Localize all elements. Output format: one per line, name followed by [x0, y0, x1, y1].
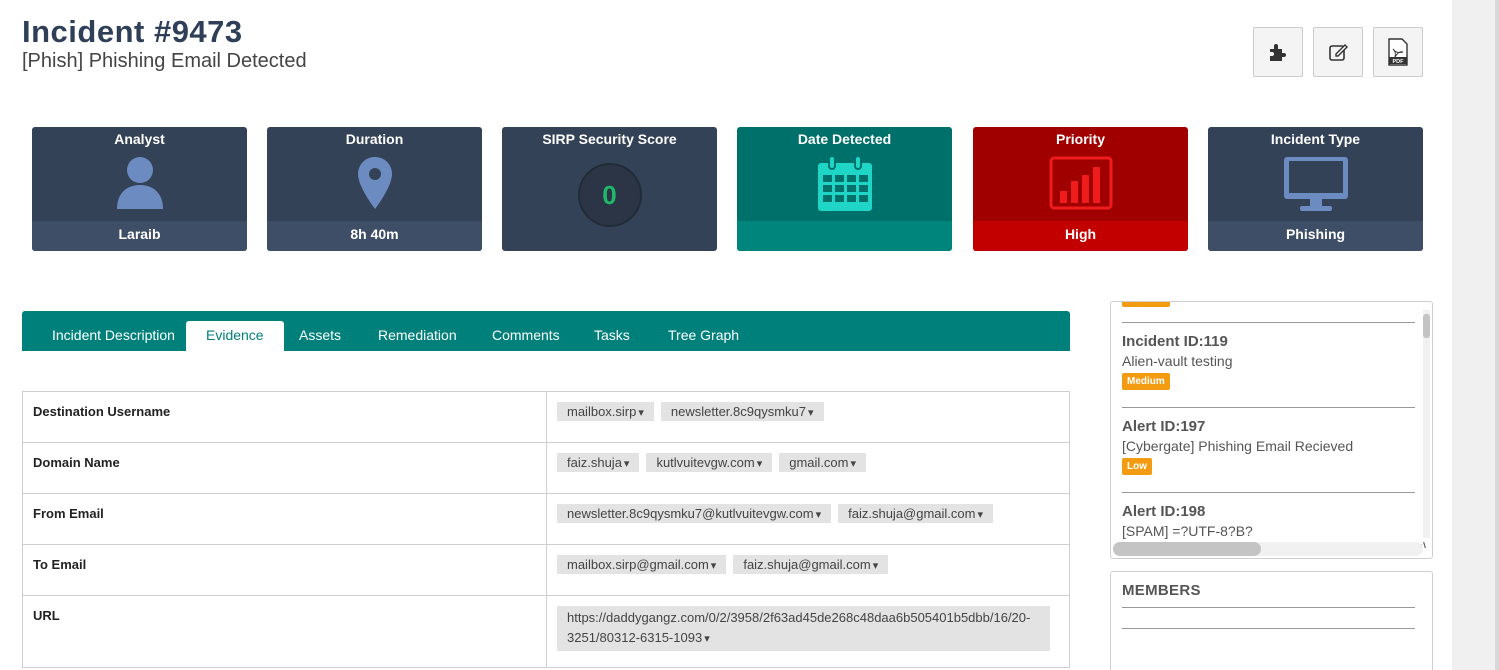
- calendar-icon: [737, 155, 952, 213]
- page-scroll-edge: [1495, 0, 1499, 670]
- tab-assets[interactable]: Assets: [299, 321, 341, 351]
- priority-card: Priority High: [973, 127, 1188, 251]
- value-chip[interactable]: kutlvuitevgw.com: [646, 453, 773, 472]
- related-item-id[interactable]: Alert ID:197: [1122, 418, 1205, 435]
- members-panel: MEMBERS: [1110, 571, 1433, 670]
- related-item-desc: Alien-vault testing: [1122, 353, 1233, 369]
- row-values: newsletter.8c9qysmku7@kutlvuitevgw.com fa…: [546, 493, 1070, 545]
- card-value: 8h 40m: [267, 221, 482, 251]
- incident-type-card: Incident Type Phishing: [1208, 127, 1423, 251]
- divider: [1122, 407, 1415, 408]
- tab-comments[interactable]: Comments: [492, 321, 560, 351]
- user-icon: [32, 155, 247, 209]
- members-title: MEMBERS: [1122, 582, 1201, 599]
- monitor-icon: [1208, 155, 1423, 213]
- divider: [1122, 492, 1415, 493]
- bar-chart-icon: [973, 155, 1188, 211]
- row-label: Domain Name: [22, 442, 547, 494]
- page-scroll-track[interactable]: [1452, 0, 1499, 670]
- row-values: faiz.shuja kutlvuitevgw.com gmail.com: [546, 442, 1070, 494]
- row-label: To Email: [22, 544, 547, 596]
- table-row: Destination Username mailbox.sirp newslet…: [22, 391, 1070, 443]
- tab-remediation[interactable]: Remediation: [378, 321, 457, 351]
- integrations-button[interactable]: [1253, 27, 1303, 77]
- pdf-icon: PDF: [1388, 38, 1408, 66]
- row-label: Destination Username: [22, 391, 547, 443]
- score-container: 0: [502, 155, 717, 227]
- row-values: mailbox.sirp newsletter.8c9qysmku7: [546, 391, 1070, 443]
- value-chip[interactable]: faiz.shuja@gmail.com: [838, 504, 994, 523]
- card-value: High: [973, 221, 1188, 251]
- severity-badge: [1122, 302, 1170, 307]
- card-title: SIRP Security Score: [542, 131, 677, 147]
- row-label: From Email: [22, 493, 547, 545]
- related-items-panel: Incident ID:119 Alien-vault testing Medi…: [1110, 301, 1433, 559]
- divider: [1122, 607, 1415, 608]
- tab-evidence[interactable]: Evidence: [186, 321, 284, 351]
- card-title: Incident Type: [1270, 131, 1361, 147]
- date-detected-card: Date Detected: [737, 127, 952, 251]
- score-gauge: 0: [577, 163, 642, 227]
- card-title: Date Detected: [797, 131, 892, 147]
- edit-button[interactable]: [1313, 27, 1363, 77]
- value-chip[interactable]: gmail.com: [779, 453, 867, 472]
- duration-card: Duration 8h 40m: [267, 127, 482, 251]
- puzzle-icon: [1270, 44, 1286, 61]
- analyst-card: Analyst Laraib: [32, 127, 247, 251]
- edit-icon: [1329, 44, 1348, 61]
- tab-tree-graph[interactable]: Tree Graph: [668, 321, 739, 351]
- table-row: Domain Name faiz.shuja kutlvuitevgw.com gm…: [22, 442, 1070, 494]
- horizontal-scroll-thumb[interactable]: [1113, 542, 1261, 556]
- vertical-scroll-thumb[interactable]: [1423, 314, 1430, 338]
- evidence-table: Destination Username mailbox.sirp newslet…: [22, 391, 1070, 668]
- export-pdf-button[interactable]: PDF: [1373, 27, 1423, 77]
- tab-bar: Incident Description Evidence Assets Rem…: [22, 311, 1070, 351]
- incident-page: Incident #9473 [Phish] Phishing Email De…: [0, 0, 1499, 670]
- table-row: URL https://daddygangz.com/0/2/3958/2f63…: [22, 595, 1070, 668]
- row-values: mailbox.sirp@gmail.com faiz.shuja@gmail.c…: [546, 544, 1070, 596]
- map-pin-icon: [267, 155, 482, 211]
- row-values: https://daddygangz.com/0/2/3958/2f63ad45…: [546, 595, 1070, 668]
- card-value: [737, 221, 952, 251]
- severity-badge: Low: [1122, 458, 1152, 475]
- divider: [1122, 628, 1415, 629]
- card-title: Priority: [1055, 131, 1105, 147]
- table-row: To Email mailbox.sirp@gmail.com faiz.shuj…: [22, 544, 1070, 596]
- value-chip[interactable]: newsletter.8c9qysmku7@kutlvuitevgw.com: [557, 504, 832, 523]
- related-item-id[interactable]: Incident ID:119: [1122, 333, 1228, 350]
- card-title: Analyst: [114, 131, 165, 147]
- tab-incident-description[interactable]: Incident Description: [52, 321, 175, 351]
- value-chip[interactable]: https://daddygangz.com/0/2/3958/2f63ad45…: [557, 606, 1050, 651]
- severity-badge: Medium: [1122, 373, 1170, 390]
- table-row: From Email newsletter.8c9qysmku7@kutlvui…: [22, 493, 1070, 545]
- security-score-card: SIRP Security Score 0: [502, 127, 717, 251]
- value-chip[interactable]: faiz.shuja@gmail.com: [733, 555, 889, 574]
- related-item-desc: [SPAM] =?UTF-8?B?: [1122, 523, 1253, 539]
- vertical-scrollbar[interactable]: [1423, 310, 1430, 538]
- divider: [1122, 322, 1415, 323]
- row-label: URL: [22, 595, 547, 668]
- value-chip[interactable]: mailbox.sirp: [557, 402, 654, 421]
- card-value: Laraib: [32, 221, 247, 251]
- tab-tasks[interactable]: Tasks: [594, 321, 630, 351]
- card-value: Phishing: [1208, 221, 1423, 251]
- pdf-label: PDF: [1393, 59, 1405, 65]
- related-item-id[interactable]: Alert ID:198: [1122, 503, 1205, 520]
- page-title: Incident #9473: [22, 14, 243, 49]
- page-subtitle: [Phish] Phishing Email Detected: [22, 50, 307, 72]
- related-item-desc: [Cybergate] Phishing Email Recieved: [1122, 438, 1354, 454]
- value-chip[interactable]: faiz.shuja: [557, 453, 640, 472]
- value-chip[interactable]: newsletter.8c9qysmku7: [660, 402, 824, 421]
- card-title: Duration: [345, 131, 404, 147]
- value-chip[interactable]: mailbox.sirp@gmail.com: [557, 555, 727, 574]
